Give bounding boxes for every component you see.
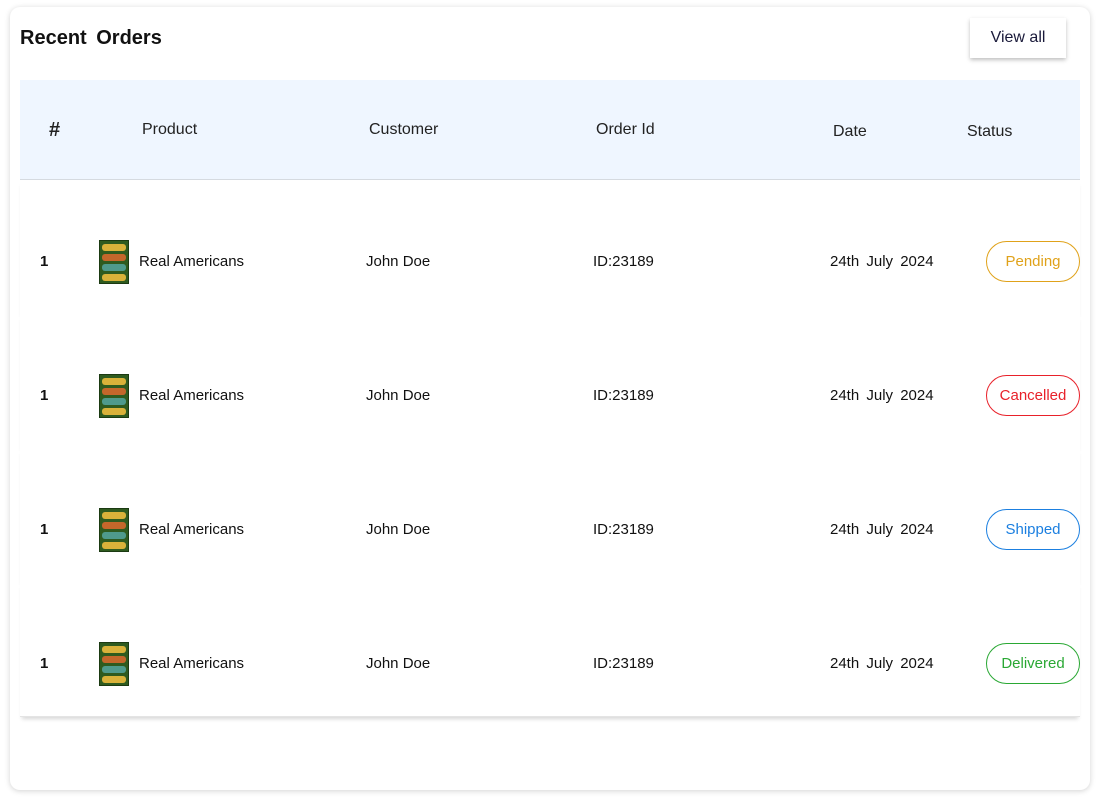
card-header: Recent Orders View all — [20, 18, 1080, 69]
card-title: Recent Orders — [20, 27, 162, 49]
customer-name: John Doe — [366, 253, 431, 270]
product-name: Real Americans — [139, 655, 245, 672]
product-thumbnail — [99, 374, 129, 418]
order-date: 24th July 2024 — [830, 253, 934, 270]
order-id: ID:23189 — [593, 655, 654, 672]
table-header: # Product Customer Order Id Date Status — [20, 80, 1080, 180]
row-number: 1 — [40, 387, 49, 404]
column-header-product[interactable]: Product — [142, 121, 197, 139]
customer-name: John Doe — [366, 521, 431, 538]
product-thumbnail — [99, 508, 129, 552]
product-name: Real Americans — [139, 253, 245, 270]
order-id: ID:23189 — [593, 253, 654, 270]
table-row[interactable]: 1 Real Americans John Doe ID:23189 24th July… — [20, 180, 1080, 315]
status-badge: Cancelled — [986, 375, 1080, 416]
customer-name: John Doe — [366, 387, 431, 404]
status-badge: Shipped — [986, 509, 1080, 550]
customer-name: John Doe — [366, 655, 431, 672]
order-date: 24th July 2024 — [830, 387, 934, 404]
order-date: 24th July 2024 — [830, 521, 934, 538]
table-row[interactable]: 1 Real Americans John Doe ID:23189 24th July… — [20, 582, 1080, 717]
table-row[interactable]: 1 Real Americans John Doe ID:23189 24th July… — [20, 314, 1080, 449]
column-header-number: # — [49, 119, 61, 141]
column-header-customer[interactable]: Customer — [369, 121, 438, 139]
status-badge: Pending — [986, 241, 1080, 282]
order-date: 24th July 2024 — [830, 655, 934, 672]
table-row[interactable]: 1 Real Americans John Doe ID:23189 24th July… — [20, 448, 1080, 583]
product-thumbnail — [99, 240, 129, 284]
column-header-order-id[interactable]: Order Id — [596, 121, 655, 139]
column-header-status[interactable]: Status — [967, 123, 1012, 141]
column-header-date[interactable]: Date — [833, 123, 867, 141]
product-thumbnail — [99, 642, 129, 686]
row-number: 1 — [40, 521, 49, 538]
order-id: ID:23189 — [593, 521, 654, 538]
product-name: Real Americans — [139, 521, 245, 538]
row-number: 1 — [40, 655, 49, 672]
row-number: 1 — [40, 253, 49, 270]
status-badge: Delivered — [986, 643, 1080, 684]
order-id: ID:23189 — [593, 387, 654, 404]
recent-orders-card: Recent Orders View all # Product Custome… — [10, 7, 1090, 790]
view-all-button[interactable]: View all — [970, 18, 1066, 58]
product-name: Real Americans — [139, 387, 245, 404]
